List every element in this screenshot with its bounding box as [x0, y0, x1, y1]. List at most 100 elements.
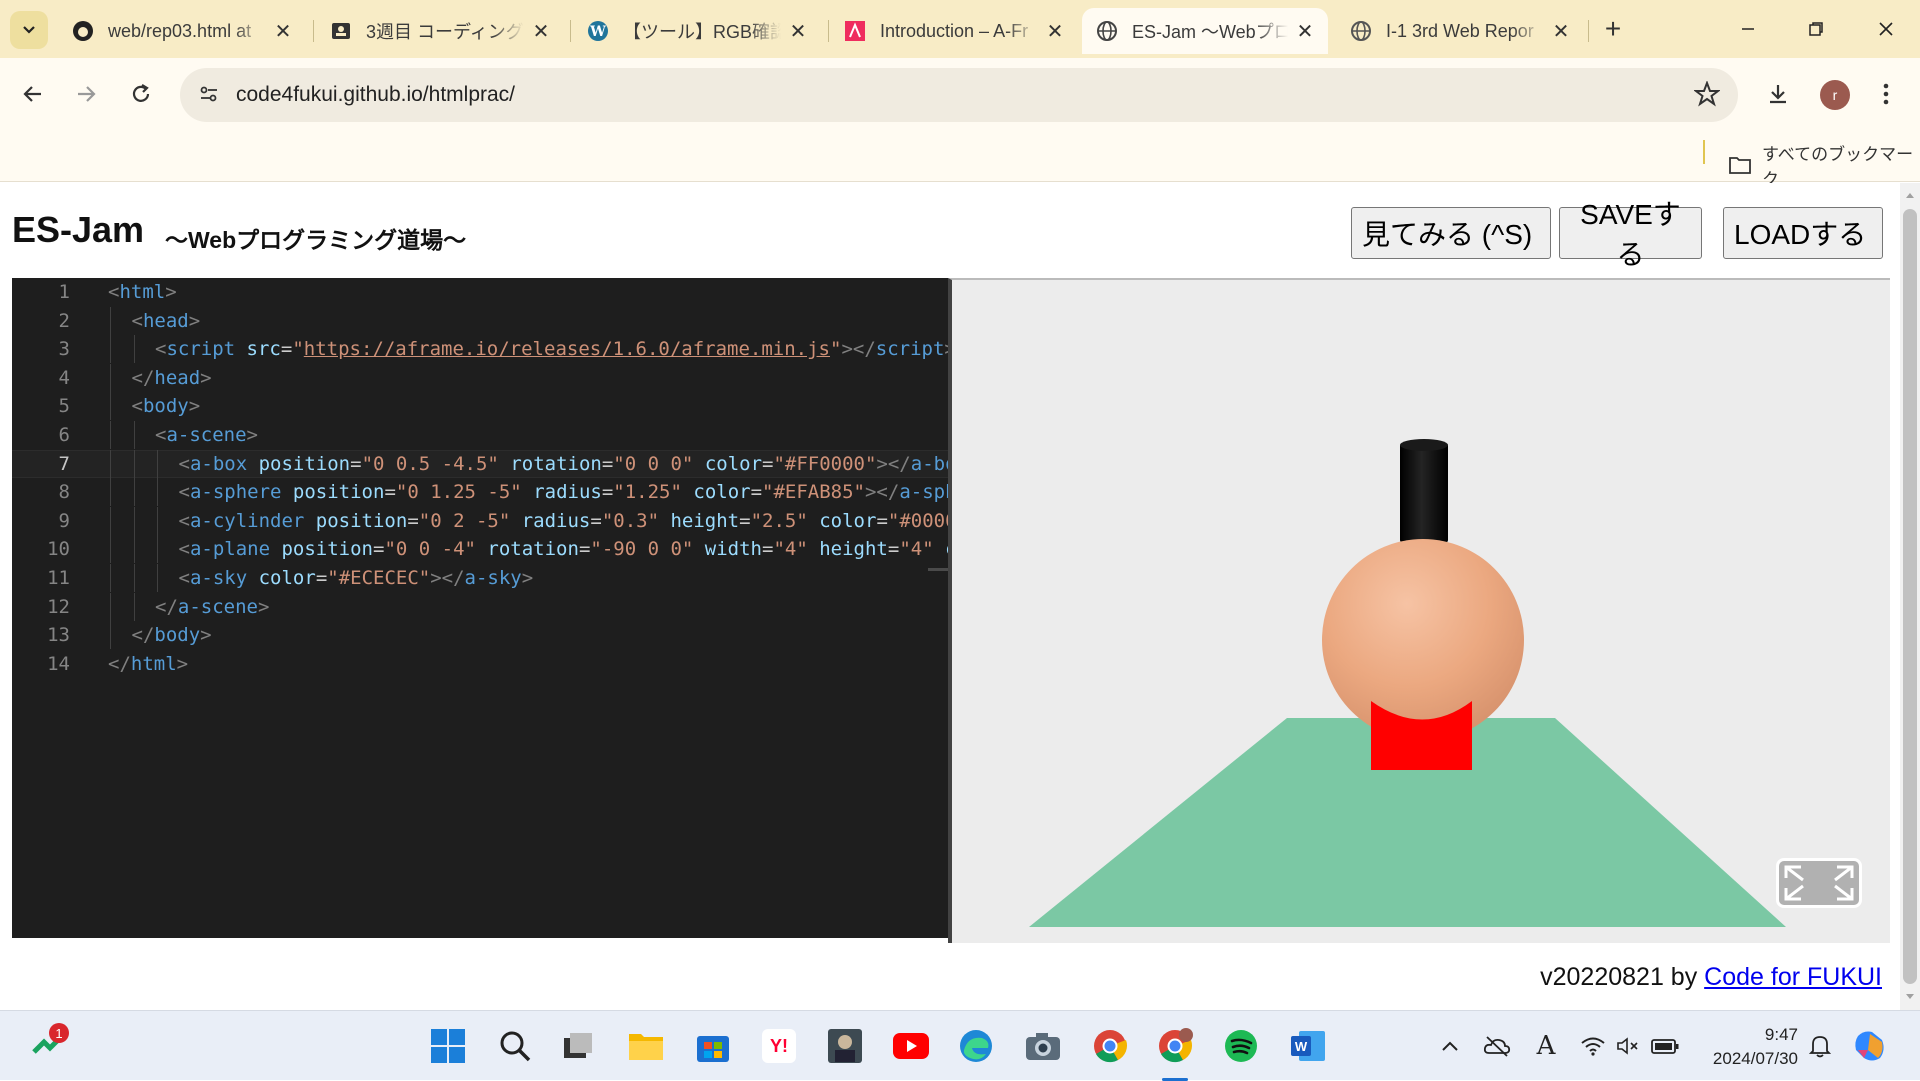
github-icon: [72, 20, 94, 42]
code-text: <a-plane position="0 0 -4" rotation="-90…: [178, 538, 949, 561]
classroom-icon: [330, 20, 352, 42]
line-number: 1: [58, 281, 70, 303]
word-icon[interactable]: W: [1285, 1023, 1331, 1069]
code-line[interactable]: 4 </head>: [12, 363, 948, 392]
code-line[interactable]: 6 <a-scene>: [12, 421, 948, 449]
tab-wordpress[interactable]: W 【ツール】RGB確認ツー ✕: [573, 8, 821, 54]
tab-report[interactable]: I-1 3rd Web Repor ✕: [1336, 8, 1584, 54]
restore-icon[interactable]: [1796, 10, 1836, 48]
close-tab-icon[interactable]: ✕: [1550, 20, 1572, 43]
globe-icon: [1096, 20, 1118, 42]
notification-bell-icon[interactable]: [1797, 1023, 1843, 1069]
back-icon[interactable]: [13, 74, 53, 114]
tab-search-button[interactable]: [10, 11, 48, 49]
menu-kebab-icon[interactable]: [1866, 74, 1906, 114]
code-text: <a-sky color="#ECECEC"></a-sky>: [178, 567, 534, 589]
task-view-icon[interactable]: [555, 1023, 601, 1069]
line-number: 3: [58, 338, 70, 361]
close-tab-icon[interactable]: ✕: [787, 20, 809, 43]
camera-icon[interactable]: [1020, 1023, 1066, 1069]
code-line[interactable]: 8 <a-sphere position="0 1.25 -5" radius="…: [12, 478, 948, 507]
code-text: <a-cylinder position="0 2 -5" radius="0.…: [178, 509, 949, 532]
close-tab-icon[interactable]: ✕: [1294, 20, 1316, 43]
view-button[interactable]: 見てみる (^S): [1351, 207, 1551, 259]
copilot-icon[interactable]: [1847, 1023, 1893, 1069]
code-line[interactable]: 9 <a-cylinder position="0 2 -5" radius="0…: [12, 506, 949, 535]
preview-pane[interactable]: [948, 278, 1890, 943]
chrome-profile-icon[interactable]: [1152, 1023, 1198, 1081]
address-bar[interactable]: code4fukui.github.io/htmlprac/: [180, 68, 1738, 122]
tab-title: 【ツール】RGB確認ツー: [623, 22, 781, 42]
line-number: 4: [58, 366, 70, 389]
code-line[interactable]: 3 <script src="https://aframe.io/releases…: [12, 335, 948, 364]
line-number: 12: [47, 595, 70, 618]
file-explorer-icon[interactable]: [623, 1023, 669, 1069]
code-line[interactable]: 12 </a-scene>: [12, 592, 948, 621]
code-line[interactable]: 14 </html>: [12, 650, 948, 678]
chevron-up-icon[interactable]: [1427, 1023, 1473, 1069]
code-for-fukui-link[interactable]: Code for FUKUI: [1704, 963, 1882, 991]
svg-text:Y!: Y!: [770, 1036, 788, 1056]
code-text: <script src="https://aframe.io/releases/…: [155, 338, 948, 361]
code-line[interactable]: 7 <a-box position="0 0.5 -4.5" rotation="…: [12, 449, 948, 478]
svg-text:W: W: [589, 24, 606, 40]
search-icon[interactable]: [492, 1023, 538, 1069]
close-tab-icon[interactable]: ✕: [1044, 20, 1066, 43]
minimize-icon[interactable]: [1728, 10, 1768, 48]
tab-classroom[interactable]: 3週目 コーディング体 ✕: [316, 8, 564, 54]
code-line[interactable]: 2 <head>: [12, 306, 948, 335]
tab-title: 3週目 コーディング体: [366, 22, 524, 42]
browser-toolbar: code4fukui.github.io/htmlprac/ r: [0, 58, 1920, 132]
spotify-icon[interactable]: [1218, 1023, 1264, 1069]
url-text: code4fukui.github.io/htmlprac/: [236, 83, 515, 106]
code-line[interactable]: 11 <a-sky color="#ECECEC"></a-sky>: [12, 564, 948, 592]
profile-avatar[interactable]: r: [1820, 80, 1850, 110]
page-scrollbar[interactable]: [1900, 183, 1920, 1010]
code-editor[interactable]: 1 <html> 2 <head> 3 <script src="https://afra…: [12, 278, 948, 938]
line-number: 7: [58, 452, 70, 475]
fullscreen-icon: [1784, 865, 1854, 901]
sphere: [1322, 539, 1524, 741]
photo-app-icon[interactable]: [822, 1023, 868, 1069]
store-icon[interactable]: [690, 1023, 736, 1069]
new-tab-button[interactable]: +: [1598, 13, 1628, 44]
taskbar-clock[interactable]: 9:47 2024/07/30: [1700, 1023, 1798, 1071]
fullscreen-button[interactable]: [1776, 858, 1862, 908]
edge-icon[interactable]: [953, 1023, 999, 1069]
line-number: 6: [58, 424, 70, 446]
widgets-icon[interactable]: 1: [25, 1023, 71, 1069]
code-line[interactable]: 13 </body>: [12, 621, 948, 650]
ime-mode-icon[interactable]: A: [1523, 1023, 1569, 1069]
tab-esjam[interactable]: ES-Jam 〜Webプロ ✕: [1082, 8, 1328, 54]
load-button[interactable]: LOADする: [1723, 207, 1883, 259]
start-icon[interactable]: [425, 1023, 471, 1069]
close-tab-icon[interactable]: ✕: [272, 20, 294, 43]
overview-ruler-mark: [928, 568, 948, 571]
onedrive-offline-icon[interactable]: [1474, 1023, 1520, 1069]
close-tab-icon[interactable]: ✕: [530, 20, 552, 43]
chrome-icon[interactable]: [1087, 1023, 1133, 1069]
download-icon[interactable]: [1758, 74, 1798, 114]
code-line[interactable]: 10 <a-plane position="0 0 -4" rotation="-…: [12, 535, 949, 564]
reload-icon[interactable]: [121, 74, 161, 114]
notification-badge: 1: [49, 1023, 69, 1043]
globe-icon: [1350, 20, 1372, 42]
save-button[interactable]: SAVEする: [1559, 199, 1702, 270]
aframe-scene: [952, 280, 1888, 943]
bookmark-star-icon[interactable]: [1693, 80, 1721, 112]
scrollbar-thumb[interactable]: [1903, 209, 1917, 984]
line-number: 10: [47, 538, 70, 561]
tab-aframe[interactable]: Introduction – A-Fr ✕: [830, 8, 1078, 54]
yahoo-icon[interactable]: Y!: [756, 1023, 802, 1069]
page-title: ES-Jam: [12, 209, 145, 250]
forward-icon[interactable]: [66, 74, 106, 114]
folder-icon: [1728, 155, 1752, 175]
taskbar: 1 Y! W A 9:47 2024/07/30: [0, 1010, 1920, 1081]
youtube-icon[interactable]: [888, 1023, 934, 1069]
tab-github[interactable]: web/rep03.html at ✕: [58, 8, 306, 54]
close-window-icon[interactable]: [1866, 10, 1906, 48]
site-info-icon[interactable]: [198, 83, 220, 110]
code-line[interactable]: 1 <html>: [12, 278, 948, 306]
battery-icon[interactable]: [1642, 1023, 1688, 1069]
code-line[interactable]: 5 <body>: [12, 392, 948, 421]
